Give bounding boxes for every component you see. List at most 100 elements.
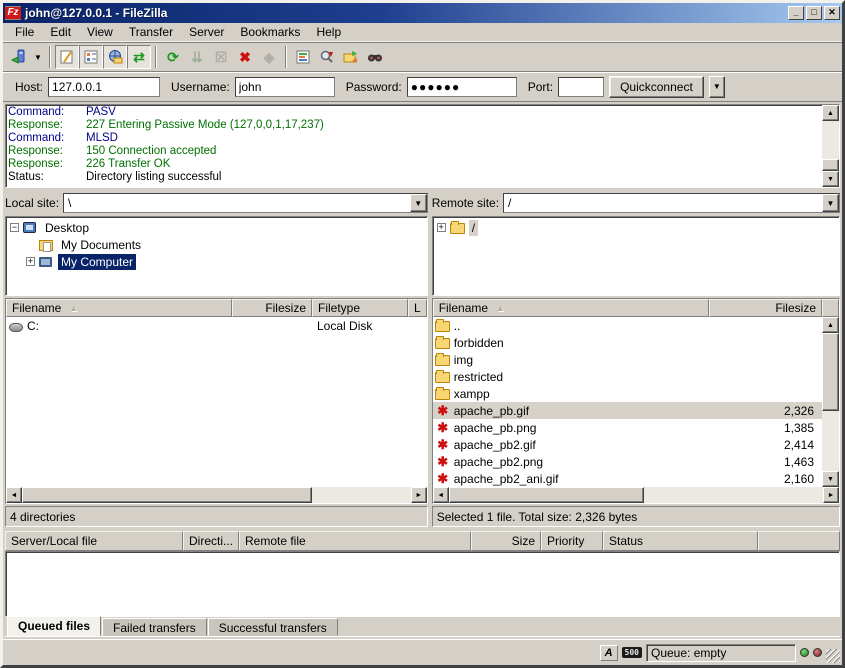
scroll-down-icon[interactable]: ▼: [822, 471, 839, 487]
remote-file-list: Filename▲ Filesize .. forbidden img rest…: [432, 298, 840, 504]
tab-queued-files[interactable]: Queued files: [7, 616, 101, 636]
remote-file-row[interactable]: forbidden: [433, 334, 822, 351]
remote-file-row[interactable]: img: [433, 351, 822, 368]
queue-column-priority[interactable]: Priority: [541, 531, 603, 551]
folder-icon: [435, 336, 451, 349]
local-column-filename[interactable]: Filename▲: [6, 299, 232, 317]
remote-column-filesize[interactable]: Filesize: [709, 299, 822, 317]
remote-hscrollbar[interactable]: ◄ ►: [433, 487, 839, 503]
tree-item-my-computer[interactable]: + My Computer: [6, 253, 427, 270]
chevron-down-icon[interactable]: ▼: [410, 194, 427, 212]
menu-transfer[interactable]: Transfer: [121, 23, 181, 41]
transfer-type-icon[interactable]: A: [600, 645, 618, 661]
process-queue-icon[interactable]: ⇊: [185, 45, 209, 69]
menu-server[interactable]: Server: [181, 23, 232, 41]
scroll-thumb[interactable]: [822, 159, 839, 171]
filename-filters-icon[interactable]: [315, 45, 339, 69]
menu-edit[interactable]: Edit: [42, 23, 79, 41]
toggle-transfer-queue-icon[interactable]: ⇄: [127, 45, 151, 69]
scroll-left-icon[interactable]: ◄: [433, 487, 449, 503]
speed-limit-icon[interactable]: 500: [622, 647, 642, 658]
expand-icon[interactable]: +: [26, 257, 35, 266]
remote-file-row[interactable]: ✱apache_pb2.gif2,414: [433, 436, 822, 453]
scroll-up-icon[interactable]: ▲: [822, 317, 839, 333]
disconnect-icon[interactable]: ✖: [233, 45, 257, 69]
scroll-right-icon[interactable]: ►: [411, 487, 427, 503]
quickconnect-bar: Host: Username: Password: Port: Quickcon…: [3, 72, 842, 102]
local-column-filesize[interactable]: Filesize: [232, 299, 312, 317]
remote-vscrollbar[interactable]: ▲ ▼: [822, 317, 839, 487]
quickconnect-dropdown-icon[interactable]: ▼: [709, 76, 725, 98]
queue-column-status[interactable]: Status: [603, 531, 758, 551]
reconnect-icon[interactable]: ◈: [257, 45, 281, 69]
chevron-down-icon[interactable]: ▼: [822, 194, 839, 212]
username-input[interactable]: [235, 77, 335, 97]
maximize-button[interactable]: □: [806, 6, 822, 20]
image-file-icon: ✱: [435, 472, 451, 485]
toggle-local-tree-icon[interactable]: [79, 45, 103, 69]
remote-column-filename[interactable]: Filename▲: [433, 299, 709, 317]
resize-grip[interactable]: [826, 649, 840, 663]
toggle-message-log-icon[interactable]: [55, 45, 79, 69]
toggle-remote-tree-icon[interactable]: [103, 45, 127, 69]
remote-file-row[interactable]: ✱apache_pb.png1,385: [433, 419, 822, 436]
cancel-operation-icon[interactable]: ☒: [209, 45, 233, 69]
password-input[interactable]: [407, 77, 517, 97]
tree-item-desktop[interactable]: − Desktop: [6, 219, 427, 236]
remote-file-row[interactable]: ✱apache_pb2.png1,463: [433, 453, 822, 470]
collapse-icon[interactable]: −: [10, 223, 19, 232]
local-column-filetype[interactable]: Filetype: [312, 299, 408, 317]
local-site-combo[interactable]: \ ▼: [63, 193, 428, 213]
remote-site-combo[interactable]: / ▼: [503, 193, 840, 213]
site-manager-dropdown-icon[interactable]: ▼: [31, 46, 45, 68]
local-hscrollbar[interactable]: ◄ ►: [6, 487, 427, 503]
scroll-right-icon[interactable]: ►: [823, 487, 839, 503]
minimize-button[interactable]: _: [788, 6, 804, 20]
find-files-icon[interactable]: [363, 45, 387, 69]
expand-icon[interactable]: +: [437, 223, 446, 232]
port-input[interactable]: [558, 77, 604, 97]
remote-file-row-selected[interactable]: ✱apache_pb.gif2,326: [433, 402, 822, 419]
log-line: Response:227 Entering Passive Mode (127,…: [8, 119, 820, 132]
refresh-icon[interactable]: ⟳: [161, 45, 185, 69]
host-input[interactable]: [48, 77, 160, 97]
remote-file-row[interactable]: ..: [433, 317, 822, 334]
remote-file-row[interactable]: ✱apache_pb2_ani.gif2,160: [433, 470, 822, 487]
scroll-thumb[interactable]: [449, 487, 644, 503]
scroll-left-icon[interactable]: ◄: [6, 487, 22, 503]
log-line: Response:150 Connection accepted: [8, 145, 820, 158]
scroll-up-icon[interactable]: ▲: [822, 105, 839, 121]
titlebar[interactable]: Fz john@127.0.0.1 - FileZilla _ □ ✕: [3, 3, 842, 23]
queue-column-serverlocal[interactable]: Server/Local file: [5, 531, 183, 551]
log-scrollbar[interactable]: ▲ ▼: [822, 105, 839, 187]
tree-item-root[interactable]: + /: [433, 219, 839, 236]
remote-site-label: Remote site:: [432, 196, 499, 210]
remote-file-row[interactable]: xampp: [433, 385, 822, 402]
menu-file[interactable]: File: [7, 23, 42, 41]
local-file-row[interactable]: C: Local Disk: [6, 317, 427, 334]
tab-successful-transfers[interactable]: Successful transfers: [208, 618, 338, 636]
queue-tabs: Queued files Failed transfers Successful…: [5, 617, 840, 637]
directory-listing-filters-icon[interactable]: [291, 45, 315, 69]
tree-item-my-documents[interactable]: + My Documents: [6, 236, 427, 253]
scroll-thumb[interactable]: [822, 333, 839, 411]
queue-body: [5, 551, 840, 617]
menu-help[interactable]: Help: [308, 23, 349, 41]
queue-column-direction[interactable]: Directi...: [183, 531, 239, 551]
site-manager-icon[interactable]: [7, 45, 31, 69]
tab-failed-transfers[interactable]: Failed transfers: [102, 618, 207, 636]
remote-file-row[interactable]: restricted: [433, 368, 822, 385]
scroll-down-icon[interactable]: ▼: [822, 171, 839, 187]
directory-comparison-icon[interactable]: [339, 45, 363, 69]
image-file-icon: ✱: [435, 421, 451, 434]
close-button[interactable]: ✕: [824, 6, 840, 20]
menu-view[interactable]: View: [79, 23, 121, 41]
menu-bookmarks[interactable]: Bookmarks: [232, 23, 308, 41]
app-icon: Fz: [5, 6, 21, 20]
local-disk-icon: [8, 319, 24, 332]
queue-column-size[interactable]: Size: [471, 531, 541, 551]
local-column-lastmodified[interactable]: L: [408, 299, 427, 317]
scroll-thumb[interactable]: [22, 487, 312, 503]
queue-column-remotefile[interactable]: Remote file: [239, 531, 471, 551]
quickconnect-button[interactable]: Quickconnect: [609, 76, 704, 98]
